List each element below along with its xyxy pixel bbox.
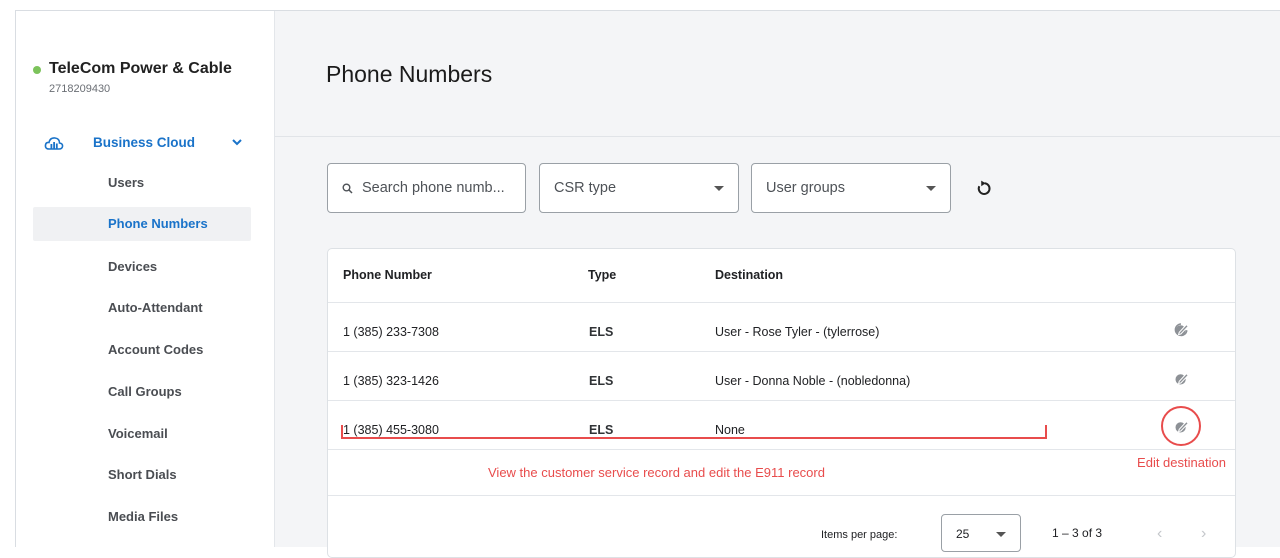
sidebar-item-label: Phone Numbers <box>108 216 208 231</box>
row-divider <box>328 302 1235 303</box>
user-groups-select[interactable]: User groups <box>751 163 951 213</box>
next-page-icon[interactable]: › <box>1201 525 1206 543</box>
account-number: 2718209430 <box>49 83 111 95</box>
sidebar-item-devices[interactable]: Devices <box>33 250 251 284</box>
dropdown-caret-icon <box>996 532 1006 537</box>
sidebar-item-label: Call Groups <box>108 384 182 399</box>
search-placeholder: Search phone numb... <box>362 180 505 196</box>
sidebar-item-phone-numbers[interactable]: Phone Numbers <box>33 207 251 241</box>
csr-type-label: CSR type <box>554 180 617 196</box>
chevron-down-icon[interactable] <box>231 136 243 148</box>
cloud-icon <box>44 137 64 150</box>
edit-destination-icon[interactable] <box>1173 371 1189 387</box>
items-per-page-select[interactable]: 25 <box>941 514 1021 552</box>
type-cell: ELS <box>589 374 614 388</box>
sidebar-item-media-files[interactable]: Media Files <box>33 500 251 534</box>
row-divider <box>328 351 1235 352</box>
search-icon <box>342 183 353 194</box>
phone-number-cell: 1 (385) 323-1426 <box>343 374 439 388</box>
phone-numbers-table: Phone Number Type Destination 1 (385) 23… <box>327 248 1236 558</box>
business-cloud-label: Business Cloud <box>93 135 196 150</box>
type-cell: ELS <box>589 325 614 339</box>
sidebar-section-business-cloud[interactable]: Business Cloud <box>16 133 274 155</box>
main-content: Phone Numbers Search phone numb... CSR t… <box>275 11 1280 558</box>
row-divider <box>328 495 1235 496</box>
sidebar-item-label: Auto-Attendant <box>108 300 203 315</box>
sidebar-item-label: Media Files <box>108 509 179 524</box>
page-title: Phone Numbers <box>326 61 493 87</box>
sidebar-item-label: Devices <box>108 259 158 274</box>
annotation-icon-note: Edit destination <box>1137 455 1226 470</box>
column-header-phone-number[interactable]: Phone Number <box>343 268 432 282</box>
sidebar-item-voicemail[interactable]: Voicemail <box>33 417 251 451</box>
sidebar-item-call-groups[interactable]: Call Groups <box>33 375 251 409</box>
phone-number-cell: 1 (385) 233-7308 <box>343 325 439 339</box>
sidebar-item-account-codes[interactable]: Account Codes <box>33 333 251 367</box>
dropdown-caret-icon <box>714 186 724 191</box>
search-input[interactable]: Search phone numb... <box>327 163 526 213</box>
row-divider <box>328 449 1235 450</box>
account-status-dot <box>33 66 41 74</box>
sidebar-item-users[interactable]: Users <box>33 166 251 200</box>
refresh-icon[interactable] <box>975 179 993 197</box>
user-groups-label: User groups <box>766 180 845 196</box>
pagination-range: 1 – 3 of 3 <box>1052 526 1103 540</box>
items-per-page-value: 25 <box>956 527 970 541</box>
csr-type-select[interactable]: CSR type <box>539 163 739 213</box>
edit-destination-icon[interactable] <box>1173 322 1189 338</box>
header-divider <box>275 136 1280 137</box>
dropdown-caret-icon <box>926 186 936 191</box>
items-per-page-label: Items per page: <box>821 529 898 541</box>
sidebar-item-short-dials[interactable]: Short Dials <box>33 458 251 492</box>
annotation-circle <box>1161 406 1201 446</box>
sidebar-item-auto-attendant[interactable]: Auto-Attendant <box>33 291 251 325</box>
row-divider <box>328 400 1235 401</box>
annotation-row-note: View the customer service record and edi… <box>488 465 825 480</box>
account-name: TeleCom Power & Cable <box>49 60 232 77</box>
destination-cell: User - Rose Tyler - (tylerrose) <box>715 325 880 339</box>
destination-cell: User - Donna Noble - (nobledonna) <box>715 374 911 388</box>
column-header-destination[interactable]: Destination <box>715 268 783 282</box>
column-header-type[interactable]: Type <box>588 268 616 282</box>
sidebar-item-label: Short Dials <box>108 467 177 482</box>
previous-page-icon[interactable]: ‹ <box>1157 525 1162 543</box>
sidebar-item-label: Account Codes <box>108 342 204 357</box>
annotation-bracket <box>341 425 1047 439</box>
sidebar-item-label: Voicemail <box>108 426 168 441</box>
sidebar-item-label: Users <box>108 175 145 190</box>
sidebar: TeleCom Power & Cable 2718209430 Busines… <box>16 11 275 547</box>
